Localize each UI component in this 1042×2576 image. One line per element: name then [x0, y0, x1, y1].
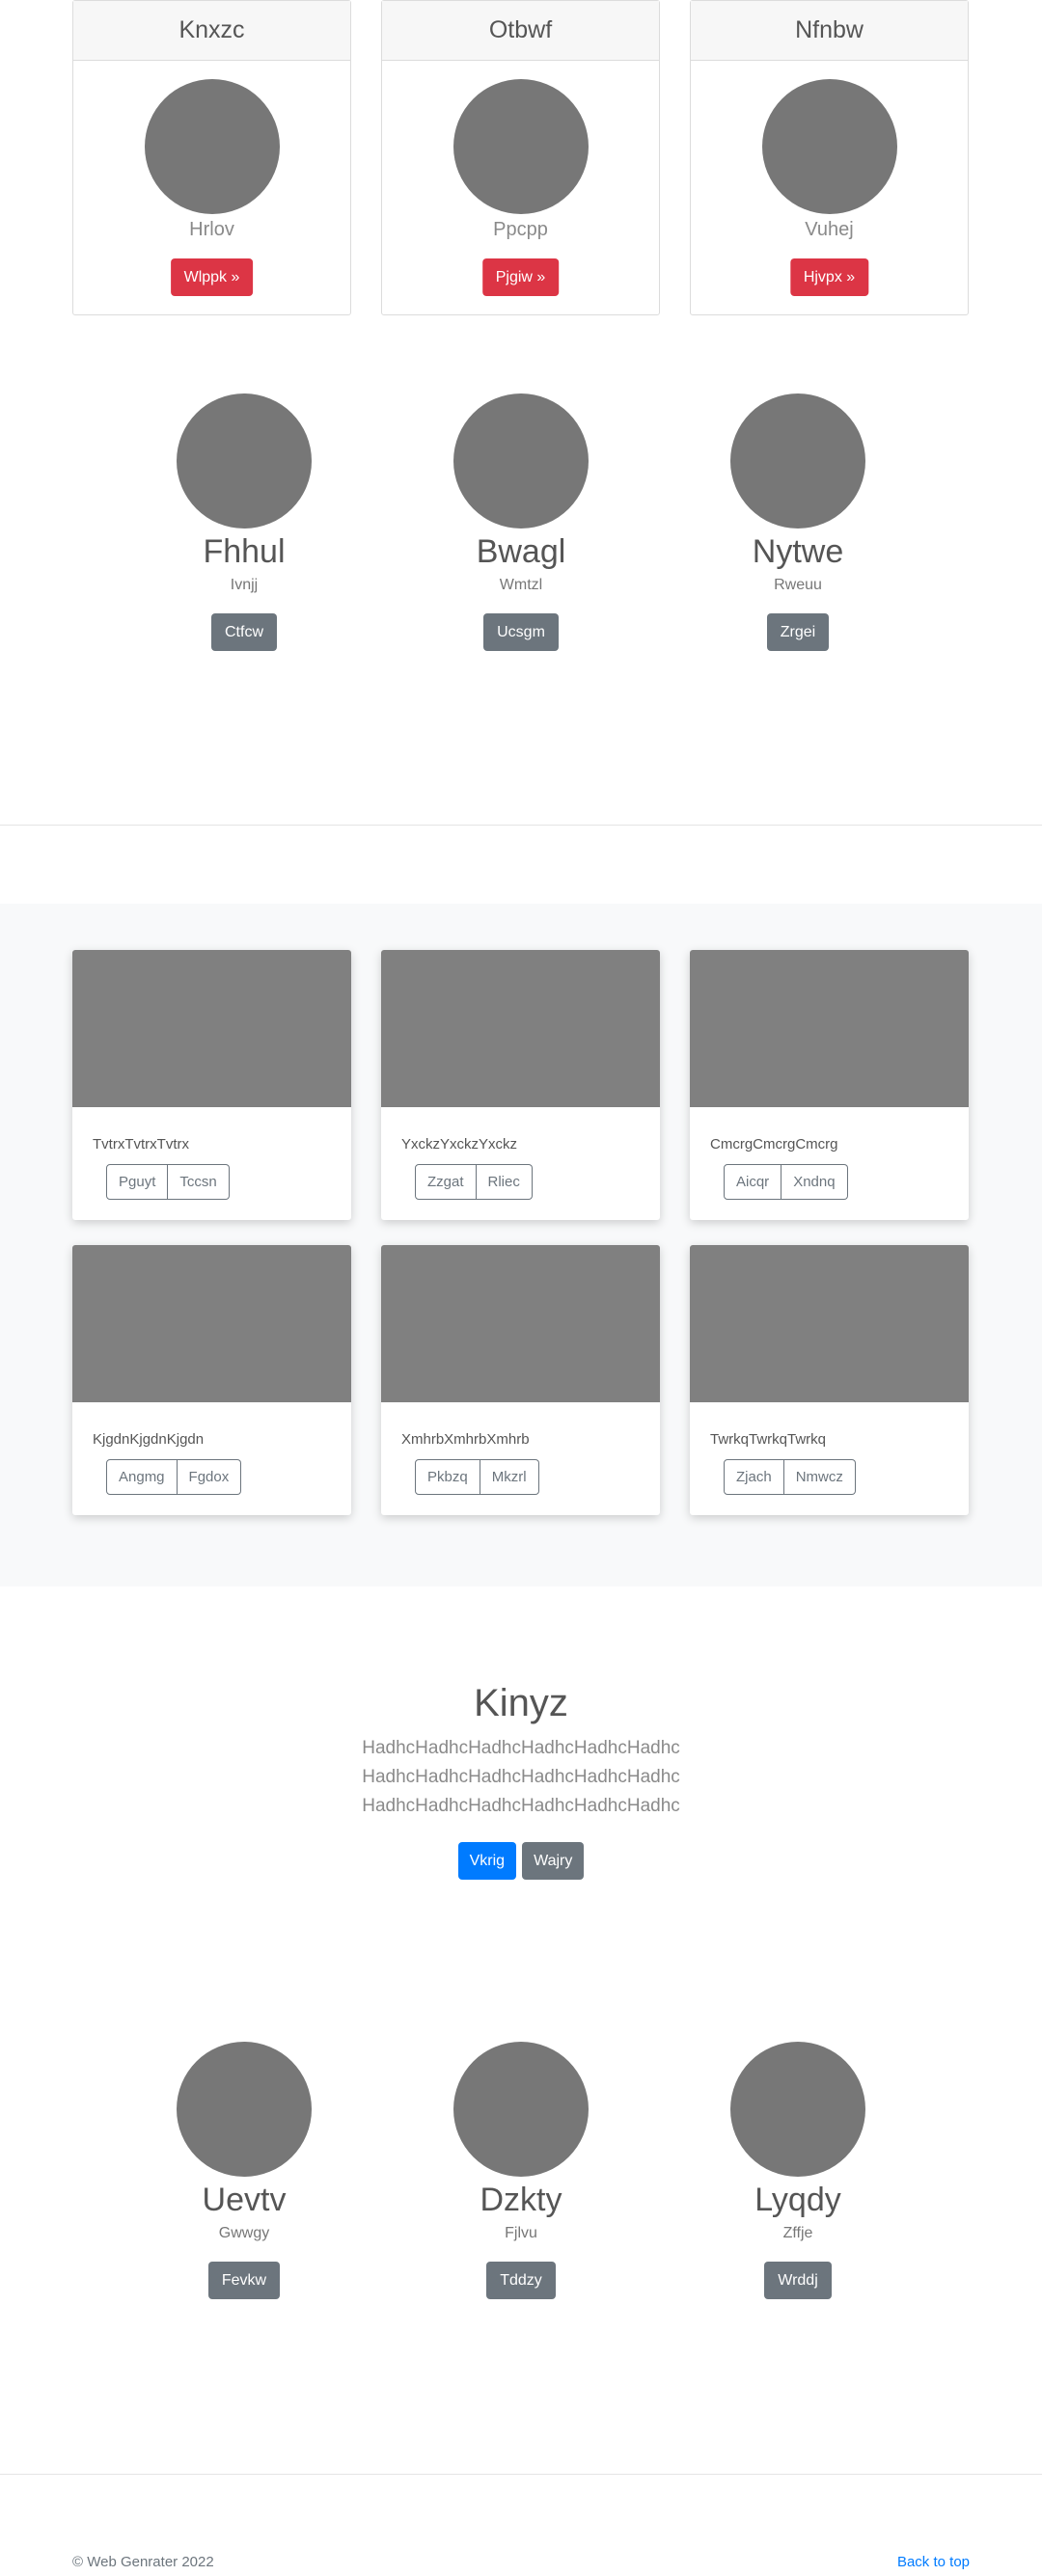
- profile-column: Dzkty Fjlvu Tddzy: [376, 2042, 666, 2299]
- hero-title: Kinyz: [474, 1682, 568, 1724]
- card-button[interactable]: Rliec: [476, 1164, 533, 1200]
- album-card: TvtrxTvtrxTvtrx Pguyt Tccsn: [72, 950, 351, 1220]
- album-card: XmhrbXmhrbXmhrb Pkbzq Mkzrl: [381, 1245, 660, 1515]
- button-group: Pguyt Tccsn: [106, 1164, 230, 1200]
- avatar-placeholder: [177, 393, 312, 529]
- thumbnail-placeholder: [690, 950, 969, 1107]
- card-button[interactable]: Xndnq: [782, 1164, 848, 1200]
- hero-section: Kinyz HadhcHadhcHadhcHadhcHadhcHadhc Had…: [0, 1678, 1042, 1880]
- hero-buttons: Vkrig Wajry: [0, 1842, 1042, 1880]
- profile-subtitle: Fjlvu: [505, 2225, 537, 2241]
- avatar-placeholder: [177, 2042, 312, 2177]
- button-group: Aicqr Xndnq: [724, 1164, 848, 1200]
- thumbnail-placeholder: [381, 950, 660, 1107]
- card-action-button[interactable]: Pjgiw »: [481, 258, 560, 296]
- card-action-button[interactable]: Wlppk »: [170, 258, 254, 296]
- copyright-text: © Web Genrater 2022: [72, 2554, 214, 2570]
- avatar-placeholder: [453, 2042, 589, 2177]
- hero-secondary-button[interactable]: Wajry: [522, 1842, 585, 1880]
- card-button[interactable]: Angmg: [106, 1459, 178, 1495]
- hero-primary-button[interactable]: Vkrig: [457, 1842, 517, 1880]
- profile-column: Uevtv Gwwgy Fevkw: [99, 2042, 389, 2299]
- card-action-button[interactable]: Hjvpx »: [789, 258, 869, 296]
- card-title: Nfnbw: [691, 1, 968, 61]
- album-card: TwrkqTwrkqTwrkq Zjach Nmwcz: [690, 1245, 969, 1515]
- profiles-bottom-section: Uevtv Gwwgy Fevkw Dzkty Fjlvu Tddzy Lyqd…: [0, 2042, 1042, 2302]
- profile-column: Bwagl Wmtzl Ucsgm: [376, 393, 666, 651]
- thumbnail-placeholder: [381, 1245, 660, 1402]
- profile-subtitle: Wmtzl: [499, 577, 543, 593]
- avatar-placeholder: [730, 393, 865, 529]
- pricing-cards-section: Knxzc Hrlov Wlppk » Otbwf Ppcpp Pjgiw » …: [72, 0, 970, 315]
- hero-text-line: HadhcHadhcHadhcHadhcHadhcHadhc: [362, 1796, 680, 1816]
- profile-column: Lyqdy Zffje Wrddj: [653, 2042, 943, 2299]
- card-title: Otbwf: [382, 1, 659, 61]
- card-text: TwrkqTwrkqTwrkq: [710, 1431, 827, 1448]
- card-subtitle: Ppcpp: [493, 219, 548, 240]
- profile-name: Bwagl: [476, 533, 566, 570]
- card-button[interactable]: Aicqr: [724, 1164, 782, 1200]
- hero-text-line: HadhcHadhcHadhcHadhcHadhcHadhc: [362, 1738, 680, 1758]
- pricing-card: Otbwf Ppcpp Pjgiw »: [381, 0, 660, 315]
- card-button[interactable]: Mkzrl: [480, 1459, 539, 1495]
- button-group: Pkbzq Mkzrl: [415, 1459, 539, 1495]
- thumbnail-placeholder: [72, 950, 351, 1107]
- button-group: Angmg Fgdox: [106, 1459, 242, 1495]
- profile-subtitle: Ivnjj: [230, 577, 259, 593]
- pricing-card: Knxzc Hrlov Wlppk »: [72, 0, 351, 315]
- pricing-card: Nfnbw Vuhej Hjvpx »: [690, 0, 969, 315]
- card-button[interactable]: Zzgat: [415, 1164, 477, 1200]
- back-to-top-link[interactable]: Back to top: [897, 2554, 970, 2570]
- card-button[interactable]: Pkbzq: [415, 1459, 480, 1495]
- card-button[interactable]: Tccsn: [168, 1164, 230, 1200]
- profile-subtitle: Gwwgy: [218, 2225, 270, 2241]
- profile-button[interactable]: Ctfcw: [211, 613, 277, 651]
- avatar-placeholder: [730, 2042, 865, 2177]
- album-card: KjgdnKjgdnKjgdn Angmg Fgdox: [72, 1245, 351, 1515]
- profile-column: Nytwe Rweuu Zrgei: [653, 393, 943, 651]
- profile-button[interactable]: Fevkw: [207, 2262, 281, 2299]
- card-button[interactable]: Nmwcz: [783, 1459, 856, 1495]
- card-subtitle: Vuhej: [805, 219, 854, 240]
- button-group: Zzgat Rliec: [415, 1164, 533, 1200]
- profile-name: Fhhul: [203, 533, 286, 570]
- profile-subtitle: Rweuu: [774, 577, 822, 593]
- profile-button[interactable]: Wrddj: [764, 2262, 832, 2299]
- album-card: CmcrgCmcrgCmcrg Aicqr Xndnq: [690, 950, 969, 1220]
- profile-button[interactable]: Zrgei: [766, 613, 830, 651]
- avatar-placeholder: [762, 79, 897, 214]
- card-button[interactable]: Pguyt: [106, 1164, 169, 1200]
- card-button[interactable]: Zjach: [724, 1459, 784, 1495]
- thumbnail-placeholder: [72, 1245, 351, 1402]
- card-subtitle: Hrlov: [189, 219, 234, 240]
- card-text: YxckzYxckzYxckz: [401, 1136, 518, 1152]
- card-text: KjgdnKjgdnKjgdn: [93, 1431, 205, 1448]
- thumbnail-placeholder: [690, 1245, 969, 1402]
- avatar-placeholder: [453, 393, 589, 529]
- avatar-placeholder: [453, 79, 589, 214]
- profile-name: Uevtv: [202, 2182, 287, 2218]
- profiles-top-section: Fhhul Ivnjj Ctfcw Bwagl Wmtzl Ucsgm Nytw…: [0, 393, 1042, 654]
- card-text: CmcrgCmcrgCmcrg: [710, 1136, 838, 1152]
- avatar-placeholder: [145, 79, 280, 214]
- hero-text-line: HadhcHadhcHadhcHadhcHadhcHadhc: [362, 1767, 680, 1787]
- profile-name: Dzkty: [480, 2182, 562, 2218]
- album-card: YxckzYxckzYxckz Zzgat Rliec: [381, 950, 660, 1220]
- album-section: TvtrxTvtrxTvtrx Pguyt Tccsn YxckzYxckzYx…: [0, 904, 1042, 1586]
- profile-name: Nytwe: [752, 533, 844, 570]
- profile-button[interactable]: Tddzy: [486, 2262, 556, 2299]
- section-divider: [0, 825, 1042, 826]
- card-text: XmhrbXmhrbXmhrb: [401, 1431, 530, 1448]
- card-text: TvtrxTvtrxTvtrx: [93, 1136, 189, 1152]
- profile-column: Fhhul Ivnjj Ctfcw: [99, 393, 389, 651]
- profile-button[interactable]: Ucsgm: [483, 613, 559, 651]
- profile-subtitle: Zffje: [782, 2225, 813, 2241]
- button-group: Zjach Nmwcz: [724, 1459, 856, 1495]
- card-title: Knxzc: [73, 1, 350, 61]
- profile-name: Lyqdy: [754, 2182, 841, 2218]
- card-button[interactable]: Fgdox: [177, 1459, 242, 1495]
- footer-divider: [0, 2474, 1042, 2475]
